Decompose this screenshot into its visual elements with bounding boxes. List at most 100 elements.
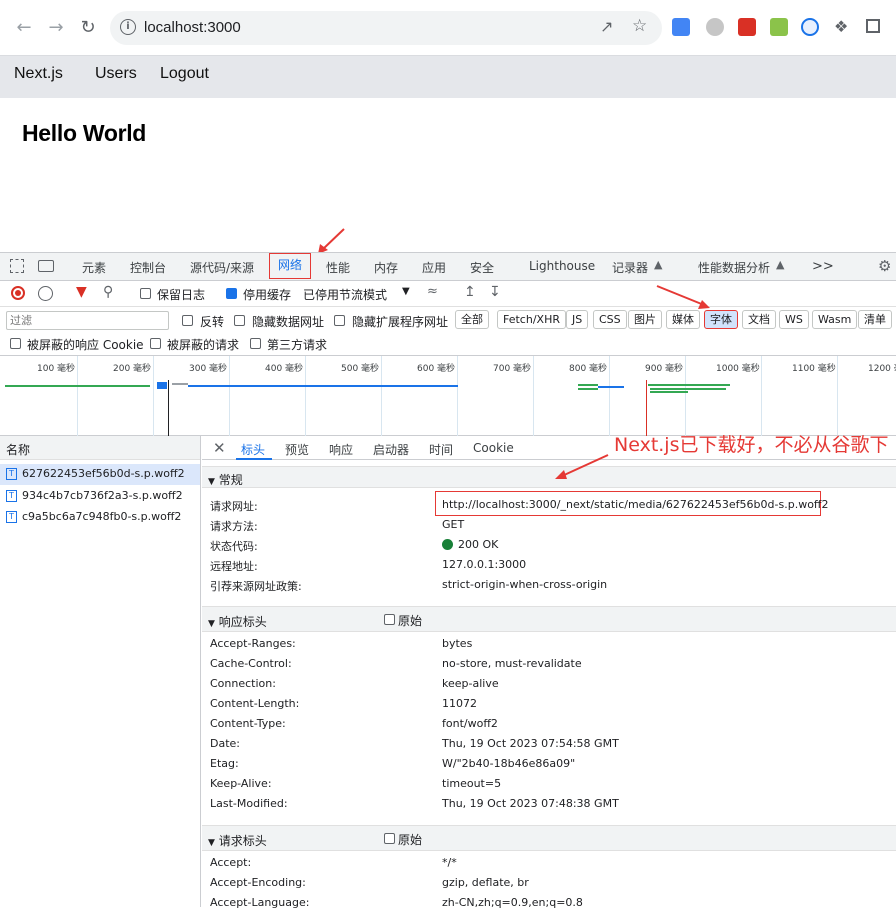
tab-initiator[interactable]: 启动器 xyxy=(373,441,409,458)
request-name: 627622453ef56b0d-s.p.woff2 xyxy=(22,467,185,480)
header-value: 127.0.0.1:3000 xyxy=(442,558,527,571)
filter-input[interactable] xyxy=(6,311,169,330)
header-key: 引荐来源网址政策: xyxy=(210,580,302,593)
device-toggle-icon[interactable] xyxy=(38,260,54,272)
section-title: 常规 xyxy=(218,473,243,487)
record-icon[interactable] xyxy=(11,286,25,300)
search-icon[interactable]: ⚲ xyxy=(103,284,113,300)
download-icon[interactable]: ↧ xyxy=(489,284,501,300)
network-overview-timeline[interactable]: 100 毫秒 200 毫秒 300 毫秒 400 毫秒 500 毫秒 600 毫… xyxy=(0,356,896,436)
close-icon[interactable]: ✕ xyxy=(213,439,226,457)
tab-performance[interactable]: 性能 xyxy=(326,259,350,276)
share-icon[interactable]: ↗ xyxy=(600,17,613,36)
star-icon[interactable]: ☆ xyxy=(632,16,647,36)
type-filter-css[interactable]: CSS xyxy=(593,310,627,329)
header-key: Keep-Alive: xyxy=(210,777,272,790)
address-bar[interactable]: i localhost:3000 ↗ ☆ xyxy=(110,11,662,45)
site-info-icon[interactable]: i xyxy=(120,19,136,35)
translate-extension-icon[interactable] xyxy=(672,18,690,36)
timeline-tick-label: 200 毫秒 xyxy=(113,364,152,374)
request-row[interactable]: Tc9a5bc6a7c948fb0-s.p.woff2 xyxy=(0,507,200,528)
tab-performance-insights[interactable]: 性能数据分析 xyxy=(698,259,770,276)
tab-application[interactable]: 应用 xyxy=(422,259,446,276)
annotation-arrow xyxy=(555,454,609,479)
tab-cookies[interactable]: Cookie xyxy=(473,441,514,455)
tab-network[interactable]: 网络 xyxy=(269,253,311,279)
preserve-log-checkbox[interactable] xyxy=(140,288,151,299)
sidepanel-icon[interactable] xyxy=(866,19,880,33)
reload-icon[interactable]: ↻ xyxy=(74,14,102,42)
section-request-headers-header[interactable]: ▼ 请求标头 xyxy=(202,825,896,851)
clear-icon[interactable] xyxy=(38,286,53,301)
raw-headers-checkbox[interactable] xyxy=(384,833,395,844)
tab-recorder[interactable]: 记录器 xyxy=(612,259,648,276)
tab-lighthouse[interactable]: Lighthouse xyxy=(529,259,595,273)
extension-icon[interactable] xyxy=(770,18,788,36)
tab-timing[interactable]: 时间 xyxy=(429,441,453,458)
tab-console[interactable]: 控制台 xyxy=(130,259,166,276)
hide-ext-urls-checkbox[interactable] xyxy=(334,315,345,326)
chevron-down-icon[interactable]: ▼ xyxy=(402,286,410,297)
raw-headers-checkbox[interactable] xyxy=(384,614,395,625)
hide-data-urls-checkbox[interactable] xyxy=(234,315,245,326)
invert-checkbox[interactable] xyxy=(182,315,193,326)
extension-icon[interactable] xyxy=(801,18,819,36)
extension-icon[interactable] xyxy=(706,18,724,36)
timeline-tick-label: 900 毫秒 xyxy=(645,364,684,374)
tab-memory[interactable]: 内存 xyxy=(374,259,398,276)
throttle-select[interactable]: 已停用节流模式 xyxy=(303,286,387,303)
timeline-tick-label: 100 毫秒 xyxy=(37,364,76,374)
request-row[interactable]: T 934c4b7cb736f2a3-s.p.woff2 xyxy=(0,486,200,507)
header-value: */* xyxy=(442,856,457,869)
gear-icon[interactable]: ⚙ xyxy=(878,257,891,275)
section-general-header[interactable]: ▼ 常规 xyxy=(202,466,896,488)
tab-headers[interactable]: 标头 xyxy=(241,441,265,458)
third-party-checkbox[interactable] xyxy=(250,338,261,349)
tab-preview[interactable]: 预览 xyxy=(285,441,309,458)
nav-link-users[interactable]: Users xyxy=(95,65,137,83)
tab-response[interactable]: 响应 xyxy=(329,441,353,458)
tab-elements[interactable]: 元素 xyxy=(82,259,106,276)
extension-icon[interactable] xyxy=(738,18,756,36)
blocked-cookies-label: 被屏蔽的响应 Cookie xyxy=(27,338,144,352)
type-filter-js[interactable]: JS xyxy=(566,310,589,329)
type-filter-font[interactable]: 字体 xyxy=(704,310,738,329)
font-file-icon: T xyxy=(6,468,17,480)
tab-security[interactable]: 安全 xyxy=(470,259,494,276)
request-row[interactable]: T 627622453ef56b0d-s.p.woff2 xyxy=(0,464,200,485)
type-filter-ws[interactable]: WS xyxy=(779,310,809,329)
arrow-right-icon[interactable]: → xyxy=(42,14,70,42)
filter-icon[interactable]: ▼ xyxy=(76,284,87,300)
upload-icon[interactable]: ↥ xyxy=(464,284,476,300)
blocked-requests-checkbox[interactable] xyxy=(150,338,161,349)
type-filter-all[interactable]: 全部 xyxy=(455,310,489,329)
disable-cache-checkbox[interactable] xyxy=(226,288,237,299)
header-key: Last-Modified: xyxy=(210,797,288,810)
nav-link-logout[interactable]: Logout xyxy=(160,65,209,83)
devtools-panel: 元素 控制台 源代码/来源 网络 性能 内存 应用 安全 Lighthouse … xyxy=(0,252,896,909)
blocked-cookies-checkbox[interactable] xyxy=(10,338,21,349)
type-filter-media[interactable]: 媒体 xyxy=(666,310,700,329)
more-tabs-button[interactable]: >> xyxy=(812,259,834,274)
puzzle-icon[interactable]: ❖ xyxy=(834,17,848,36)
type-filter-img[interactable]: 图片 xyxy=(628,310,662,329)
header-value: font/woff2 xyxy=(442,717,498,730)
flask-icon: ▲ xyxy=(654,258,663,271)
network-conditions-icon[interactable]: ≈ xyxy=(427,284,438,299)
tab-sources[interactable]: 源代码/来源 xyxy=(190,259,254,276)
type-filter-wasm[interactable]: Wasm xyxy=(812,310,858,329)
arrow-left-icon[interactable]: ← xyxy=(10,14,38,42)
name-column-header[interactable]: 名称 xyxy=(0,436,200,460)
type-filter-fetch[interactable]: Fetch/XHR xyxy=(497,310,566,329)
nav-link-home[interactable]: Next.js xyxy=(14,65,63,83)
type-filter-doc[interactable]: 文档 xyxy=(742,310,776,329)
chevron-down-icon: ▼ xyxy=(208,619,215,629)
type-filter-manifest[interactable]: 清单 xyxy=(858,310,892,329)
header-value: Thu, 19 Oct 2023 07:48:38 GMT xyxy=(442,797,619,810)
font-file-icon: T xyxy=(6,511,17,523)
section-response-headers-header[interactable]: ▼ 响应标头 xyxy=(202,606,896,632)
devtools-tabbar: 元素 控制台 源代码/来源 网络 性能 内存 应用 安全 Lighthouse … xyxy=(0,253,896,281)
inspect-icon[interactable] xyxy=(10,259,24,273)
header-key: Cache-Control: xyxy=(210,657,292,670)
header-key: Accept-Ranges: xyxy=(210,637,296,650)
